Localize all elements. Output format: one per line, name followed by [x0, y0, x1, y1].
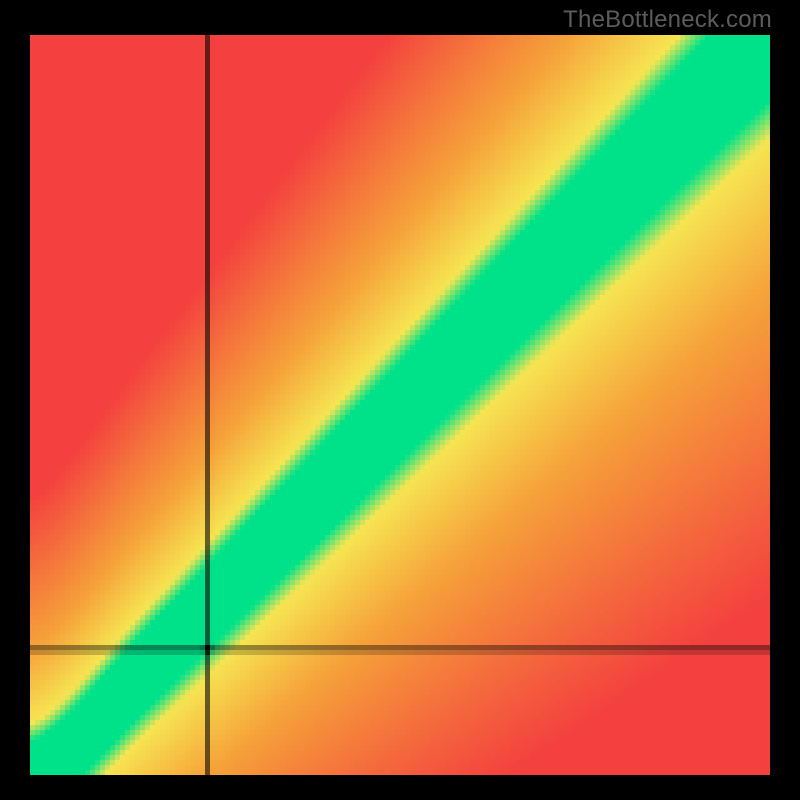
- bottleneck-heatmap: [30, 35, 770, 775]
- chart-frame: TheBottleneck.com: [0, 0, 800, 800]
- watermark-text: TheBottleneck.com: [563, 6, 772, 34]
